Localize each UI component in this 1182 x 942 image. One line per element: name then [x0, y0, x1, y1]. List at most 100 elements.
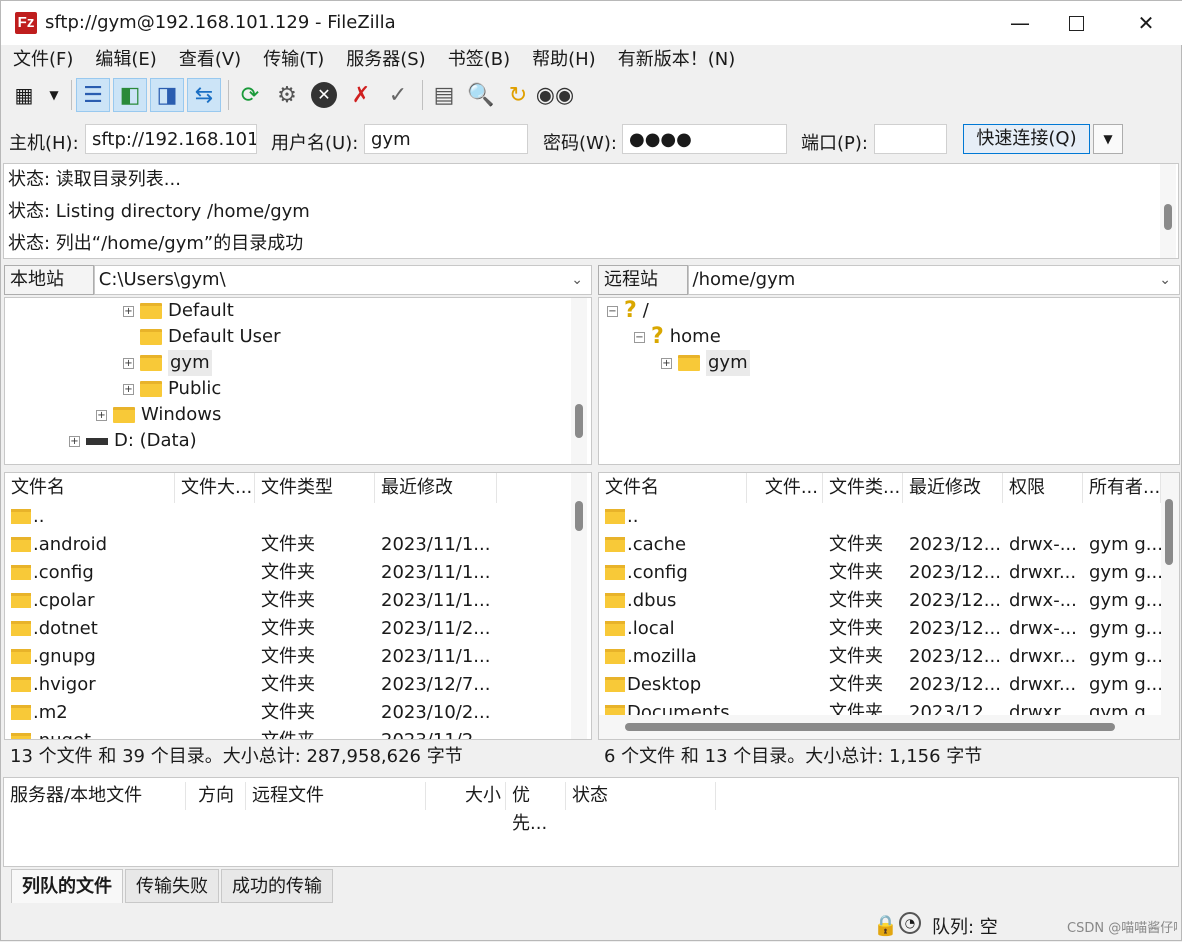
remote-file-scrollbar[interactable] — [1161, 473, 1179, 739]
search-remote-files-button[interactable]: ◉◉ — [536, 78, 574, 112]
file-row[interactable]: .cpolar 文件夹 2023/11/1... — [5, 587, 571, 615]
file-row[interactable]: .dotnet 文件夹 2023/11/2... — [5, 615, 571, 643]
synchronized-browsing-button[interactable]: ↻ — [501, 78, 535, 112]
file-row[interactable]: .config 文件夹 2023/11/1... — [5, 559, 571, 587]
file-row[interactable]: .hvigor 文件夹 2023/12/7... — [5, 671, 571, 699]
unknown-folder-icon: ? — [651, 324, 664, 349]
username-input[interactable]: gym — [364, 124, 528, 154]
menu-view[interactable]: 查看(V) — [179, 45, 241, 75]
file-row[interactable]: .m2 文件夹 2023/10/2... — [5, 699, 571, 727]
column-header-filesize[interactable]: 文件... — [747, 473, 823, 503]
local-tree-scrollbar[interactable] — [571, 298, 587, 464]
menu-transfer[interactable]: 传输(T) — [263, 45, 324, 75]
file-row[interactable]: .. — [5, 503, 571, 531]
speed-limit-icon[interactable]: ◔ — [899, 912, 921, 934]
file-row[interactable]: .android 文件夹 2023/11/1... — [5, 531, 571, 559]
collapse-icon[interactable]: − — [607, 305, 618, 317]
folder-icon — [140, 329, 162, 345]
quickconnect-history-dropdown[interactable]: ▼ — [1093, 124, 1123, 154]
close-window-button[interactable]: ✕ — [1123, 7, 1169, 39]
tree-node[interactable]: −? / — [607, 298, 649, 324]
expand-icon[interactable]: + — [96, 409, 107, 421]
menu-new-version[interactable]: 有新版本！(N) — [618, 45, 736, 75]
queue-column-priority[interactable]: 优先... — [506, 782, 566, 834]
toggle-local-tree-button[interactable]: ◧ — [113, 78, 147, 112]
tree-node[interactable]: + Default — [123, 298, 234, 324]
column-header-owner[interactable]: 所有者... — [1083, 473, 1161, 503]
expand-icon[interactable]: + — [661, 357, 672, 369]
column-header-filetype[interactable]: 文件类型 — [255, 473, 375, 503]
tab-queued-files[interactable]: 列队的文件 — [11, 869, 123, 903]
file-row[interactable]: .nuget 文件夹2023/11/2... — [5, 727, 571, 739]
toggle-queue-button[interactable]: ⇆ — [187, 78, 221, 112]
queue-column-status[interactable]: 状态 — [566, 782, 716, 810]
queue-column-remote-file[interactable]: 远程文件 — [246, 782, 426, 810]
expand-icon[interactable]: + — [123, 357, 134, 369]
tree-node[interactable]: Default User — [140, 324, 281, 350]
local-summary: 13 个文件 和 39 个目录。大小总计: 287,958,626 字节 — [10, 746, 463, 767]
tree-node[interactable]: + Public — [123, 376, 221, 402]
file-owner: gym g... — [1089, 646, 1161, 667]
queue-column-direction[interactable]: 方向 — [186, 782, 246, 810]
file-type: 文件夹 — [255, 727, 375, 739]
file-row[interactable]: .mozilla 文件夹 2023/12... drwxr... gym g... — [599, 643, 1161, 671]
cancel-operation-button[interactable]: ✕ — [307, 78, 341, 112]
site-manager-button[interactable]: ▦ — [7, 78, 41, 112]
tab-failed-transfers[interactable]: 传输失败 — [125, 869, 219, 903]
chevron-down-icon: ⌄ — [571, 272, 583, 288]
remote-file-hscrollbar[interactable] — [599, 715, 1161, 739]
tree-node[interactable]: −? home — [634, 324, 721, 350]
expand-icon[interactable]: + — [123, 305, 134, 317]
column-header-filetype[interactable]: 文件类... — [823, 473, 903, 503]
file-row[interactable]: .dbus 文件夹 2023/12... drwx-... gym g... — [599, 587, 1161, 615]
expand-icon[interactable]: + — [123, 383, 134, 395]
port-input[interactable] — [874, 124, 947, 154]
maximize-button[interactable] — [1053, 7, 1099, 39]
column-header-permissions[interactable]: 权限 — [1003, 473, 1083, 503]
directory-comparison-button[interactable]: 🔍 — [464, 78, 498, 112]
file-row[interactable]: .gnupg 文件夹 2023/11/1... — [5, 643, 571, 671]
tab-successful-transfers[interactable]: 成功的传输 — [221, 869, 333, 903]
file-row[interactable]: .cache 文件夹 2023/12... drwx-... gym g... — [599, 531, 1161, 559]
file-name: .hvigor — [33, 674, 96, 695]
file-row[interactable]: .config 文件夹 2023/12... drwxr... gym g... — [599, 559, 1161, 587]
queue-column-server-local-file[interactable]: 服务器/本地文件 — [4, 782, 186, 810]
toggle-remote-tree-button[interactable]: ◨ — [150, 78, 184, 112]
tree-node-selected[interactable]: + gym — [123, 350, 212, 376]
host-input[interactable]: sftp://192.168.101. — [85, 124, 257, 154]
directory-listing-filter-button[interactable]: ▤ — [427, 78, 461, 112]
local-path-combo[interactable]: C:\Users\gym\ ⌄ — [93, 265, 592, 295]
password-input[interactable]: ●●●● — [622, 124, 787, 154]
menu-server[interactable]: 服务器(S) — [346, 45, 425, 75]
file-type: 文件夹 — [261, 590, 315, 611]
queue-column-size[interactable]: 大小 — [426, 782, 506, 810]
file-row[interactable]: Desktop 文件夹 2023/12... drwxr... gym g... — [599, 671, 1161, 699]
remote-path-combo[interactable]: /home/gym ⌄ — [687, 265, 1180, 295]
reconnect-button[interactable]: ✓ — [381, 78, 415, 112]
expand-icon[interactable]: + — [69, 435, 80, 447]
menu-edit[interactable]: 编辑(E) — [95, 45, 156, 75]
minimize-button[interactable]: — — [997, 7, 1043, 39]
file-row[interactable]: .. — [599, 503, 1161, 531]
tree-node[interactable]: + D: (Data) — [69, 428, 197, 454]
column-header-modified[interactable]: 最近修改 — [375, 473, 497, 503]
log-scrollbar[interactable] — [1160, 164, 1176, 258]
file-row[interactable]: .local 文件夹 2023/12... drwx-... gym g... — [599, 615, 1161, 643]
column-header-modified[interactable]: 最近修改 — [903, 473, 1003, 503]
site-manager-dropdown[interactable]: ▼ — [44, 78, 64, 112]
tree-node[interactable]: + Windows — [96, 402, 221, 428]
toggle-log-button[interactable]: ☰ — [76, 78, 110, 112]
local-file-scrollbar[interactable] — [571, 473, 587, 739]
collapse-icon[interactable]: − — [634, 331, 645, 343]
refresh-button[interactable]: ⟳ — [233, 78, 267, 112]
tree-node-selected[interactable]: + gym — [661, 350, 750, 376]
menu-help[interactable]: 帮助(H) — [532, 45, 596, 75]
disconnect-button[interactable]: ✗ — [344, 78, 378, 112]
local-site-bar: 本地站点: C:\Users\gym\ ⌄ — [4, 264, 592, 318]
menu-bookmarks[interactable]: 书签(B) — [448, 45, 510, 75]
menu-file[interactable]: 文件(F) — [13, 45, 73, 75]
process-queue-button[interactable]: ⚙ — [270, 78, 304, 112]
column-header-filesize[interactable]: 文件大... — [175, 473, 255, 503]
quickconnect-button[interactable]: 快速连接(Q) — [963, 124, 1090, 154]
file-name: .. — [33, 506, 45, 527]
